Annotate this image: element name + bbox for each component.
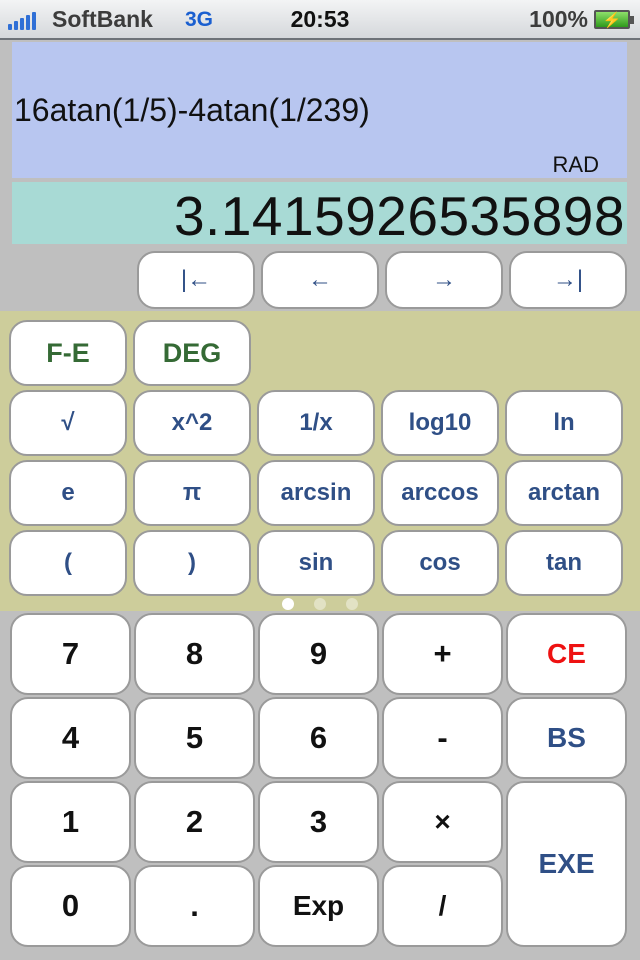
angle-mode-indicator: RAD bbox=[552, 152, 599, 177]
tan-button[interactable]: tan bbox=[505, 530, 623, 596]
decimal-point-button[interactable]: . bbox=[134, 865, 255, 947]
deg-toggle-button[interactable]: DEG bbox=[133, 320, 251, 386]
arccos-button[interactable]: arccos bbox=[381, 460, 499, 526]
reciprocal-button[interactable]: 1/x bbox=[257, 390, 375, 456]
expression-display[interactable]: 16atan(1/5)-4atan(1/239) RAD bbox=[12, 42, 627, 178]
plus-button[interactable]: + bbox=[382, 613, 503, 695]
page-indicator[interactable] bbox=[0, 598, 640, 610]
execute-button[interactable]: EXE bbox=[506, 781, 627, 947]
arctan-button[interactable]: arctan bbox=[505, 460, 623, 526]
exponent-button[interactable]: Exp bbox=[258, 865, 379, 947]
fe-toggle-button[interactable]: F-E bbox=[9, 320, 127, 386]
arcsin-button[interactable]: arcsin bbox=[257, 460, 375, 526]
clear-entry-button[interactable]: CE bbox=[506, 613, 627, 695]
cursor-right-button[interactable]: → bbox=[385, 251, 503, 309]
minus-button[interactable]: - bbox=[382, 697, 503, 779]
page-dot-1[interactable] bbox=[282, 598, 294, 610]
digit-1-button[interactable]: 1 bbox=[10, 781, 131, 863]
page-dot-3[interactable] bbox=[346, 598, 358, 610]
digit-7-button[interactable]: 7 bbox=[10, 613, 131, 695]
result-value: 3.1415926535898 bbox=[173, 185, 625, 247]
divide-button[interactable]: / bbox=[382, 865, 503, 947]
expression-text: 16atan(1/5)-4atan(1/239) bbox=[14, 92, 370, 128]
battery-charging-icon: ⚡ bbox=[594, 10, 634, 29]
cursor-end-button[interactable]: →| bbox=[509, 251, 627, 309]
cursor-left-button[interactable]: ← bbox=[261, 251, 379, 309]
digit-4-button[interactable]: 4 bbox=[10, 697, 131, 779]
digit-2-button[interactable]: 2 bbox=[134, 781, 255, 863]
page-dot-2[interactable] bbox=[314, 598, 326, 610]
sqrt-button[interactable]: √ bbox=[9, 390, 127, 456]
ln-button[interactable]: ln bbox=[505, 390, 623, 456]
digit-5-button[interactable]: 5 bbox=[134, 697, 255, 779]
digit-6-button[interactable]: 6 bbox=[258, 697, 379, 779]
status-bar: SoftBank 3G 20:53 100% ⚡ bbox=[0, 0, 640, 40]
digit-3-button[interactable]: 3 bbox=[258, 781, 379, 863]
close-paren-button[interactable]: ) bbox=[133, 530, 251, 596]
cos-button[interactable]: cos bbox=[381, 530, 499, 596]
e-constant-button[interactable]: e bbox=[9, 460, 127, 526]
digit-8-button[interactable]: 8 bbox=[134, 613, 255, 695]
square-button[interactable]: x^2 bbox=[133, 390, 251, 456]
sin-button[interactable]: sin bbox=[257, 530, 375, 596]
cursor-home-button[interactable]: |← bbox=[137, 251, 255, 309]
open-paren-button[interactable]: ( bbox=[9, 530, 127, 596]
log10-button[interactable]: log10 bbox=[381, 390, 499, 456]
digit-0-button[interactable]: 0 bbox=[10, 865, 131, 947]
backspace-button[interactable]: BS bbox=[506, 697, 627, 779]
result-display: 3.1415926535898 bbox=[12, 182, 627, 247]
multiply-button[interactable]: × bbox=[382, 781, 503, 863]
battery-percent: 100% bbox=[529, 6, 588, 32]
digit-9-button[interactable]: 9 bbox=[258, 613, 379, 695]
pi-button[interactable]: π bbox=[133, 460, 251, 526]
